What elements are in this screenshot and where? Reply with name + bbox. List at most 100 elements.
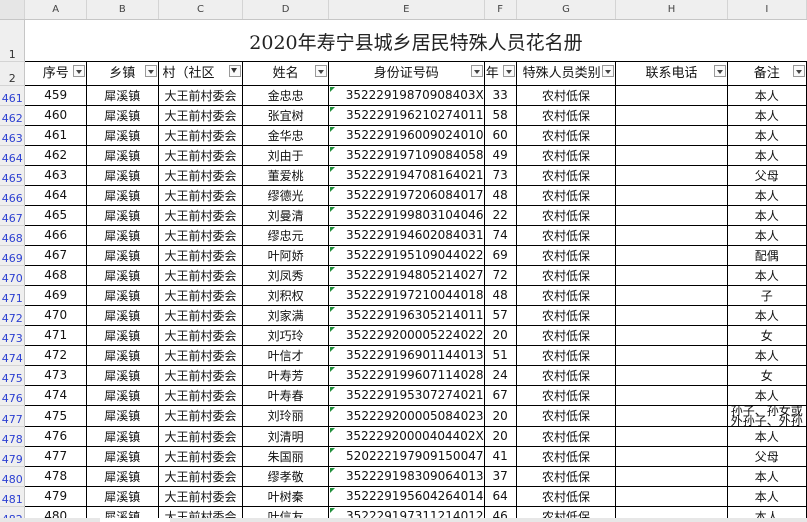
row-number[interactable]: 470: [0, 265, 26, 286]
cell-name[interactable]: 董爱桃: [242, 164, 329, 186]
select-all-corner[interactable]: [0, 0, 26, 20]
cell-village[interactable]: 大王前村委会: [157, 104, 244, 126]
cell-village[interactable]: 大王前村委会: [157, 465, 244, 487]
cell-name[interactable]: 刘玲丽: [242, 404, 329, 427]
cell-phone[interactable]: [615, 404, 728, 427]
cell-name[interactable]: 刘由于: [242, 144, 329, 166]
cell-id-number[interactable]: 352229197109084058: [327, 144, 485, 166]
cell-age[interactable]: 22: [483, 204, 517, 226]
cell-name[interactable]: 叶寿春: [242, 384, 329, 406]
cell-seq[interactable]: 459: [24, 84, 87, 106]
row-number[interactable]: 2: [0, 61, 26, 86]
cell-seq[interactable]: 461: [24, 124, 87, 146]
row-number[interactable]: 466: [0, 185, 26, 206]
column-header-h[interactable]: H: [615, 0, 728, 20]
cell-village[interactable]: 大王前村委会: [157, 425, 244, 447]
cell-seq[interactable]: 466: [24, 224, 87, 246]
cell-village[interactable]: 大王前村委会: [157, 344, 244, 366]
header-cell-seq[interactable]: 序号: [24, 60, 87, 86]
cell-town[interactable]: 犀溪镇: [86, 425, 159, 447]
cell-village[interactable]: 大王前村委会: [157, 144, 244, 166]
column-header-g[interactable]: G: [516, 0, 617, 20]
cell-village[interactable]: 大王前村委会: [157, 304, 244, 326]
cell-name[interactable]: 叶阿娇: [242, 244, 329, 266]
cell-note[interactable]: 本人: [726, 304, 807, 326]
column-header-f[interactable]: F: [484, 0, 517, 20]
cell-village[interactable]: 大王前村委会: [157, 384, 244, 406]
cell-town[interactable]: 犀溪镇: [86, 84, 159, 106]
cell-town[interactable]: 犀溪镇: [86, 244, 159, 266]
cell-phone[interactable]: [615, 264, 728, 286]
filter-dropdown-icon[interactable]: [602, 64, 615, 77]
filter-dropdown-icon[interactable]: [314, 64, 327, 77]
cell-category[interactable]: 农村低保: [515, 304, 617, 326]
cell-age[interactable]: 33: [483, 84, 517, 106]
cell-phone[interactable]: [615, 384, 728, 406]
cell-id-number[interactable]: 352229196210274011: [327, 104, 485, 126]
cell-town[interactable]: 犀溪镇: [86, 184, 159, 206]
row-number[interactable]: 481: [0, 486, 26, 507]
cell-seq[interactable]: 471: [24, 324, 87, 346]
cell-seq[interactable]: 467: [24, 244, 87, 266]
cell-village[interactable]: 大王前村委会: [157, 485, 244, 507]
cell-category[interactable]: 农村低保: [515, 264, 617, 286]
cell-town[interactable]: 犀溪镇: [86, 264, 159, 286]
cell-age[interactable]: 20: [483, 404, 517, 427]
cell-id-number[interactable]: 520222197909150047: [327, 445, 485, 467]
cell-note[interactable]: 子: [726, 284, 807, 306]
cell-town[interactable]: 犀溪镇: [86, 324, 159, 346]
cell-village[interactable]: 大王前村委会: [157, 224, 244, 246]
cell-category[interactable]: 农村低保: [515, 124, 617, 146]
cell-seq[interactable]: 475: [24, 404, 87, 427]
cell-town[interactable]: 犀溪镇: [86, 124, 159, 146]
cell-note[interactable]: 本人: [726, 384, 807, 406]
cell-name[interactable]: 张宜树: [242, 104, 329, 126]
cell-name[interactable]: 缪德光: [242, 184, 329, 206]
header-cell-id[interactable]: 身份证号码: [327, 60, 485, 86]
header-cell-phone[interactable]: 联系电话: [615, 60, 728, 86]
cell-name[interactable]: 刘清明: [242, 425, 329, 447]
cell-phone[interactable]: [615, 104, 728, 126]
cell-name[interactable]: 刘曼清: [242, 204, 329, 226]
cell-note[interactable]: 本人: [726, 104, 807, 126]
column-header-c[interactable]: C: [158, 0, 244, 20]
row-number[interactable]: 475: [0, 365, 26, 386]
cell-seq[interactable]: 479: [24, 485, 87, 507]
cell-id-number[interactable]: 352229194805214027: [327, 264, 485, 286]
cell-seq[interactable]: 464: [24, 184, 87, 206]
cell-seq[interactable]: 470: [24, 304, 87, 326]
cell-seq[interactable]: 463: [24, 164, 87, 186]
cell-age[interactable]: 73: [483, 164, 517, 186]
cell-id-number[interactable]: 352229194602084031: [327, 224, 485, 246]
column-header-a[interactable]: A: [24, 0, 87, 20]
cell-id-number[interactable]: 352229196305214011: [327, 304, 485, 326]
cell-id-number[interactable]: 352229196009024010: [327, 124, 485, 146]
cell-town[interactable]: 犀溪镇: [86, 445, 159, 467]
cell-note[interactable]: 本人: [726, 224, 807, 246]
cell-category[interactable]: 农村低保: [515, 364, 617, 386]
cell-id-number[interactable]: 352229199803104046: [327, 204, 485, 226]
cell-name[interactable]: 刘巧玲: [242, 324, 329, 346]
row-number[interactable]: 462: [0, 105, 26, 126]
cell-town[interactable]: 犀溪镇: [86, 364, 159, 386]
cell-phone[interactable]: [615, 284, 728, 306]
cell-village[interactable]: 大王前村委会: [157, 244, 244, 266]
row-number[interactable]: 479: [0, 446, 26, 467]
cell-town[interactable]: 犀溪镇: [86, 164, 159, 186]
cell-town[interactable]: 犀溪镇: [86, 144, 159, 166]
cell-id-number[interactable]: 352229195604264014: [327, 485, 485, 507]
cell-phone[interactable]: [615, 465, 728, 487]
column-header-e[interactable]: E: [328, 0, 485, 20]
cell-category[interactable]: 农村低保: [515, 84, 617, 106]
cell-town[interactable]: 犀溪镇: [86, 384, 159, 406]
column-header-b[interactable]: B: [86, 0, 159, 20]
cell-category[interactable]: 农村低保: [515, 244, 617, 266]
row-number[interactable]: 469: [0, 245, 26, 266]
cell-name[interactable]: 朱国丽: [242, 445, 329, 467]
cell-age[interactable]: 49: [483, 144, 517, 166]
sheet-tab[interactable]: [100, 518, 170, 522]
cell-category[interactable]: 农村低保: [515, 144, 617, 166]
row-number[interactable]: 472: [0, 305, 26, 326]
cell-seq[interactable]: 465: [24, 204, 87, 226]
cell-town[interactable]: 犀溪镇: [86, 204, 159, 226]
